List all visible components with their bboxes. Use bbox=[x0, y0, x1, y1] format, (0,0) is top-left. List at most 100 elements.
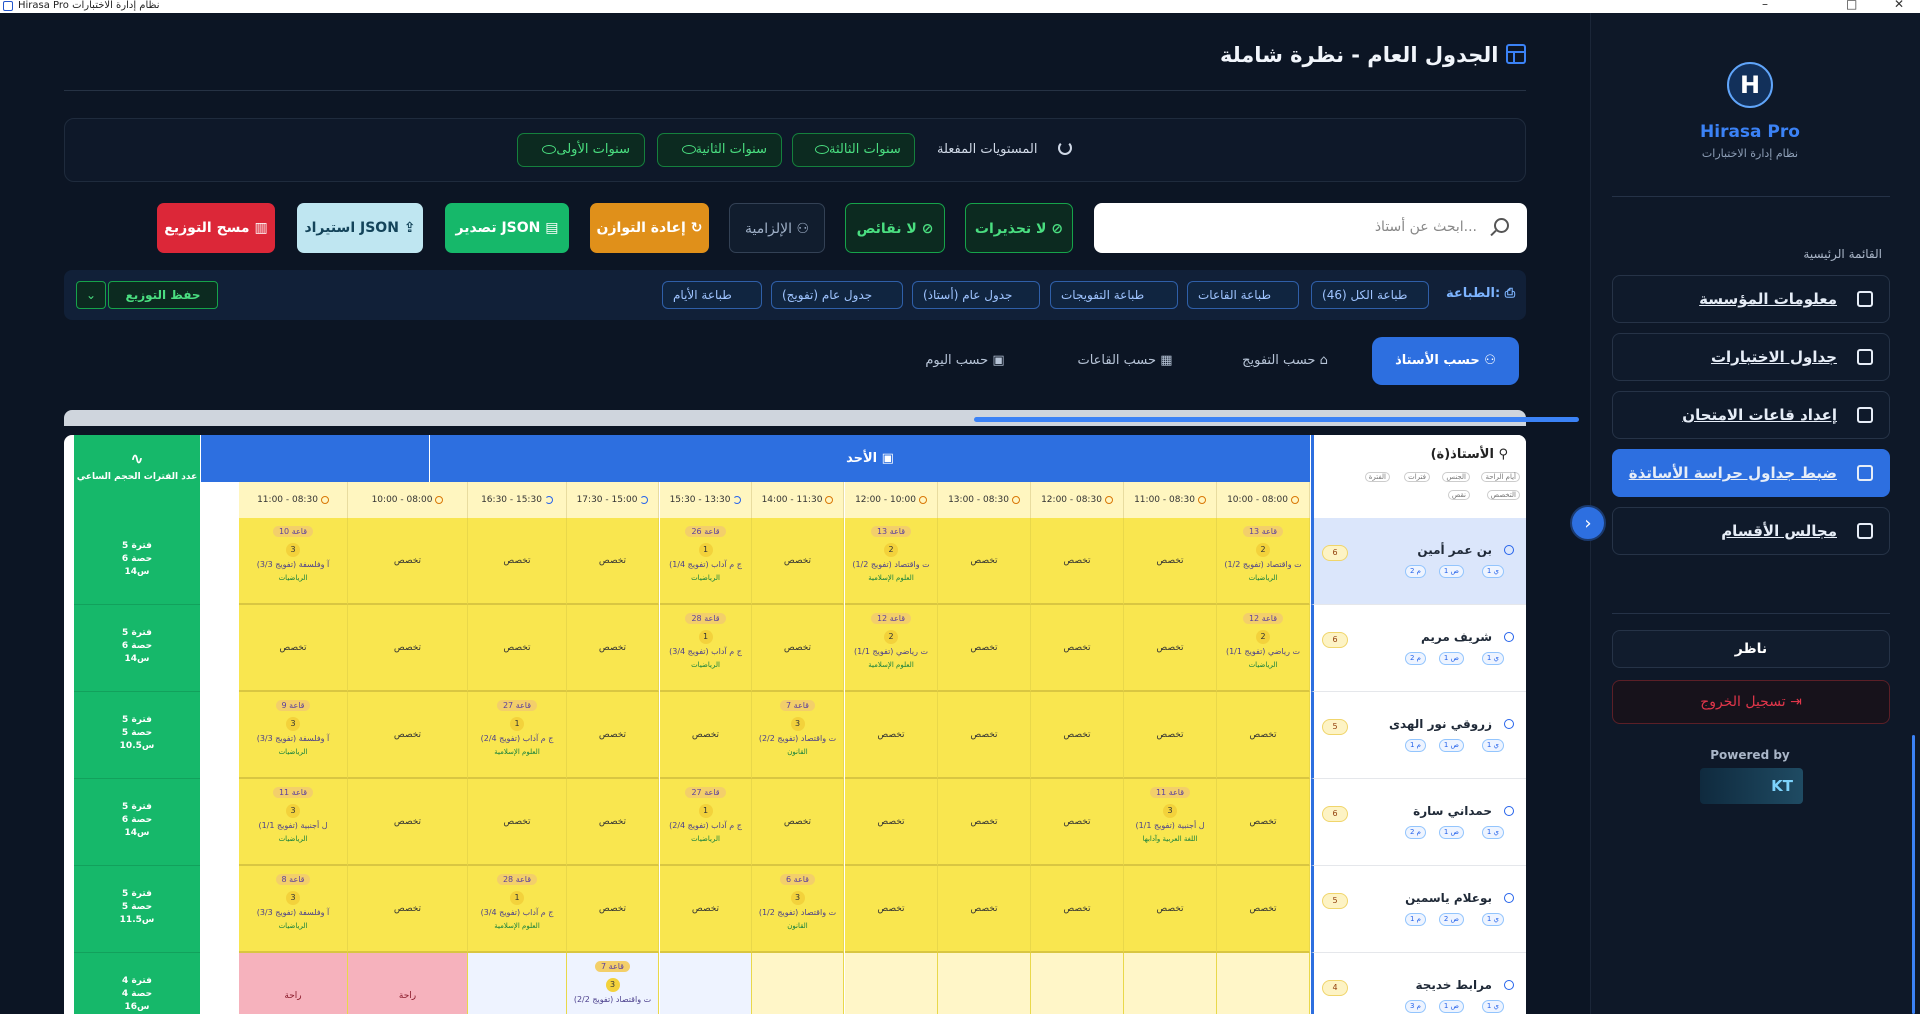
schedule-cell[interactable]: تخصص bbox=[1031, 866, 1124, 953]
sidebar-item-guard-schedules[interactable]: ضبط جداول حراسة الأساتذة bbox=[1612, 449, 1890, 497]
schedule-cell[interactable]: تخصص bbox=[1031, 518, 1124, 605]
schedule-cell[interactable] bbox=[660, 953, 752, 1014]
schedule-cell[interactable]: قاعة 27 1 ج م آداب (تفويج 2/4) الرياضيات bbox=[660, 779, 752, 866]
schedule-cell[interactable]: تخصص bbox=[1217, 866, 1310, 953]
teacher-cell[interactable]: شريف مريم 1 ي 1 ص 2 م 6 bbox=[1311, 605, 1526, 692]
schedule-cell[interactable] bbox=[845, 953, 938, 1014]
clear-distribution-button[interactable]: مسح التوزيع ▥ bbox=[157, 203, 275, 253]
schedule-cell[interactable]: قاعة 12 2 ت رياضي (تفويج 1/1) العلوم الإسلا… bbox=[845, 605, 938, 692]
schedule-cell[interactable]: تخصص bbox=[938, 779, 1031, 866]
schedule-cell[interactable]: تخصص bbox=[1124, 692, 1217, 779]
save-dropdown-button[interactable]: ⌄ bbox=[76, 281, 106, 309]
schedule-cell[interactable]: تخصص bbox=[752, 518, 844, 605]
schedule-cell[interactable]: قاعة 8 3 آ وفلسفة (تفويج 3/3) الرياضيات bbox=[239, 866, 348, 953]
close-icon[interactable]: ✕ bbox=[1894, 0, 1904, 10]
schedule-cell[interactable] bbox=[1124, 953, 1217, 1014]
obligatory-button[interactable]: الإلزامية ⚇ bbox=[729, 203, 825, 253]
print-rooms-button[interactable]: طباعة القاعات bbox=[1187, 281, 1299, 309]
schedule-cell[interactable]: تخصص bbox=[348, 866, 468, 953]
teacher-cell[interactable]: بوعلام ياسمين 1 ي 2 ص 1 م 5 bbox=[1311, 866, 1526, 953]
schedule-cell[interactable]: قاعة 27 1 ج م آداب (تفويج 2/4) العلوم الإسل… bbox=[468, 692, 567, 779]
schedule-cell[interactable]: قاعة 13 2 ت واقتصاد (تفويج 1/2) العلوم الإس… bbox=[845, 518, 938, 605]
teacher-cell[interactable]: مرابط خديجة 1 ي 1 ص 3 م 4 bbox=[1311, 953, 1526, 1014]
schedule-cell[interactable]: تخصص bbox=[845, 866, 938, 953]
schedule-cell[interactable]: تخصص bbox=[938, 692, 1031, 779]
schedule-cell[interactable] bbox=[468, 953, 567, 1014]
schedule-cell[interactable]: تخصص bbox=[567, 518, 659, 605]
level-chip-first[interactable]: سنوات الأولى bbox=[517, 133, 645, 167]
schedule-cell[interactable]: تخصص bbox=[1124, 518, 1217, 605]
schedule-cell[interactable]: قاعة 11 3 ل أجنبية (تفويج 1/1) اللغة العربي… bbox=[1124, 779, 1217, 866]
schedule-cell[interactable]: قاعة 7 3 ت واقتصاد (تفويج 2/2) القانون bbox=[752, 692, 844, 779]
save-distribution-button[interactable]: حفظ التوزيع bbox=[108, 281, 218, 309]
rebalance-button[interactable]: إعادة التوازن ↻ bbox=[590, 203, 709, 253]
horizontal-scrollbar[interactable] bbox=[64, 410, 1579, 426]
import-json-button[interactable]: استيراد JSON ⇪ bbox=[297, 203, 423, 253]
schedule-cell[interactable]: قاعة 28 1 ج م آداب (تفويج 3/4) العلوم الإسل… bbox=[468, 866, 567, 953]
schedule-cell[interactable]: تخصص bbox=[1124, 605, 1217, 692]
tab-by-rooms[interactable]: حسب القاعات ▦ bbox=[1060, 337, 1190, 385]
export-json-button[interactable]: تصدير JSON ▤ bbox=[445, 203, 569, 253]
print-days-button[interactable]: طباعة الأيام bbox=[662, 281, 762, 309]
schedule-cell[interactable]: راحة bbox=[239, 953, 348, 1014]
schedule-cell[interactable]: تخصص bbox=[239, 605, 348, 692]
schedule-cell[interactable]: تخصص bbox=[567, 605, 659, 692]
print-groups-button[interactable]: طباعة التفويجات bbox=[1050, 281, 1178, 309]
schedule-cell[interactable]: قاعة 7 3 ت واقتصاد (تفويج 2/2) bbox=[567, 953, 659, 1014]
schedule-cell[interactable]: تخصص bbox=[468, 779, 567, 866]
vertical-scrollbar[interactable] bbox=[1912, 735, 1915, 1014]
schedule-cell[interactable]: تخصص bbox=[348, 692, 468, 779]
schedule-cell[interactable]: تخصص bbox=[1031, 692, 1124, 779]
schedule-cell[interactable]: تخصص bbox=[845, 692, 938, 779]
schedule-cell[interactable]: تخصص bbox=[845, 779, 938, 866]
maximize-icon[interactable]: □ bbox=[1846, 0, 1857, 10]
schedule-cell[interactable]: تخصص bbox=[938, 866, 1031, 953]
sidebar-item-exam-schedules[interactable]: جداول الاختبارات bbox=[1612, 333, 1890, 381]
schedule-cell[interactable]: راحة bbox=[348, 953, 468, 1014]
schedule-cell[interactable]: تخصص bbox=[1124, 866, 1217, 953]
schedule-cell[interactable]: تخصص bbox=[567, 866, 659, 953]
scrollbar-thumb[interactable] bbox=[974, 417, 1579, 422]
schedule-cell[interactable]: تخصص bbox=[660, 866, 752, 953]
schedule-cell[interactable] bbox=[1217, 953, 1310, 1014]
schedule-cell[interactable]: قاعة 6 3 ت واقتصاد (تفويج 1/2) القانون bbox=[752, 866, 844, 953]
teacher-search[interactable]: ابحث عن أستاذ... bbox=[1094, 203, 1527, 253]
minimize-icon[interactable]: – bbox=[1762, 0, 1768, 10]
sidebar-item-exam-rooms[interactable]: إعداد قاعات الامتحان bbox=[1612, 391, 1890, 439]
schedule-cell[interactable]: تخصص bbox=[567, 779, 659, 866]
schedule-cell[interactable]: تخصص bbox=[348, 605, 468, 692]
schedule-cell[interactable]: تخصص bbox=[348, 518, 468, 605]
level-chip-third[interactable]: سنوات الثالثة bbox=[792, 133, 915, 167]
schedule-cell[interactable]: تخصص bbox=[1217, 692, 1310, 779]
schedule-cell[interactable]: تخصص bbox=[1031, 779, 1124, 866]
schedule-cell[interactable]: تخصص bbox=[1031, 605, 1124, 692]
print-all-button[interactable]: طباعة الكل (46) bbox=[1311, 281, 1429, 309]
schedule-cell[interactable]: قاعة 28 1 ج م آداب (تفويج 3/4) الرياضيات bbox=[660, 605, 752, 692]
tab-by-teacher[interactable]: حسب الأستاذ ⚇ bbox=[1372, 337, 1519, 385]
schedule-cell[interactable]: تخصص bbox=[348, 779, 468, 866]
schedule-cell[interactable] bbox=[752, 953, 844, 1014]
schedule-cell[interactable]: تخصص bbox=[938, 605, 1031, 692]
teacher-cell[interactable]: حمداني سارة 1 ي 1 ص 2 م 6 bbox=[1311, 779, 1526, 866]
schedule-cell[interactable]: قاعة 10 3 آ وفلسفة (تفويج 3/3) الرياضيات bbox=[239, 518, 348, 605]
schedule-cell[interactable]: تخصص bbox=[468, 605, 567, 692]
schedule-cell[interactable]: تخصص bbox=[660, 692, 752, 779]
tab-by-group[interactable]: حسب التفويج ⌂ bbox=[1218, 337, 1352, 385]
schedule-cell[interactable]: قاعة 13 2 ت واقتصاد (تفويج 1/2) الرياضيات bbox=[1217, 518, 1310, 605]
level-chip-second[interactable]: سنوات الثانية bbox=[657, 133, 782, 167]
no-warnings-button[interactable]: لا تحذيرات ⊘ bbox=[965, 203, 1073, 253]
no-missing-button[interactable]: لا نقائص ⊘ bbox=[845, 203, 945, 253]
schedule-cell[interactable]: قاعة 12 2 ت رياضي (تفويج 1/1) الرياضيات bbox=[1217, 605, 1310, 692]
logout-button[interactable]: تسجيل الخروج ⇥ bbox=[1612, 680, 1890, 724]
schedule-cell[interactable]: تخصص bbox=[938, 518, 1031, 605]
sidebar-item-department-councils[interactable]: مجالس الأقسام bbox=[1612, 507, 1890, 555]
print-general-group-button[interactable]: جدول عام (تفويج) bbox=[771, 281, 903, 309]
schedule-cell[interactable]: قاعة 9 3 آ وفلسفة (تفويج 3/3) الرياضيات bbox=[239, 692, 348, 779]
schedule-cell[interactable]: تخصص bbox=[1217, 779, 1310, 866]
schedule-cell[interactable]: تخصص bbox=[752, 779, 844, 866]
schedule-cell[interactable]: تخصص bbox=[567, 692, 659, 779]
schedule-cell[interactable]: قاعة 26 1 ج م آداب (تفويج 1/4) الرياضيات bbox=[660, 518, 752, 605]
print-general-teacher-button[interactable]: جدول عام (أستاذ) bbox=[912, 281, 1040, 309]
sidebar-collapse-button[interactable]: › bbox=[1570, 505, 1606, 541]
schedule-cell[interactable] bbox=[938, 953, 1031, 1014]
